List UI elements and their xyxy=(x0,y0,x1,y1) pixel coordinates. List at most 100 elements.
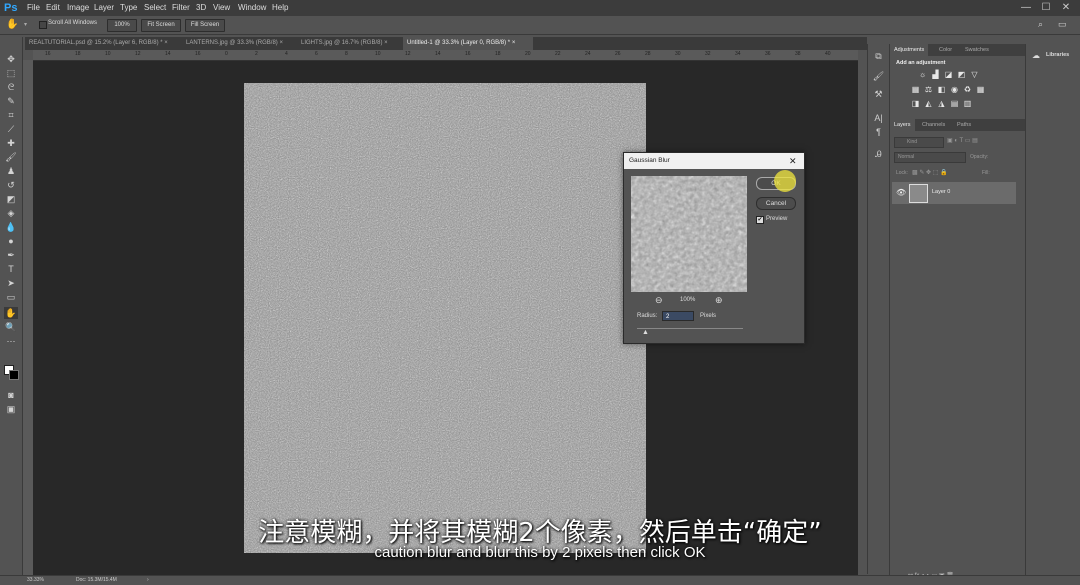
color-balance-icon[interactable]: ⚖ xyxy=(924,86,933,94)
path-select-icon[interactable]: ➤ xyxy=(4,277,18,289)
tab-swatches[interactable]: Swatches xyxy=(961,44,993,56)
tab-lanterns[interactable]: LANTERNS.jpg @ 33.3% (RGB/8) × xyxy=(182,37,296,50)
cancel-button[interactable]: Cancel xyxy=(756,197,796,210)
tab-color[interactable]: Color xyxy=(935,44,956,56)
menu-type[interactable]: Type xyxy=(120,3,137,12)
document-noise-canvas[interactable] xyxy=(244,83,646,553)
quick-mask-icon[interactable]: ◙ xyxy=(4,389,18,401)
layer-row-layer-0[interactable]: 👁 Layer 0 xyxy=(892,182,1016,204)
threshold-icon[interactable]: ◮ xyxy=(937,100,946,108)
dialog-titlebar[interactable]: Gaussian Blur ✕ xyxy=(624,153,804,169)
menu-filter[interactable]: Filter xyxy=(172,3,190,12)
menu-file[interactable]: File xyxy=(27,3,40,12)
menu-3d[interactable]: 3D xyxy=(196,3,206,12)
libraries-icon[interactable]: ☁ xyxy=(1032,51,1040,60)
blur-preview[interactable] xyxy=(631,176,747,292)
tab-layers[interactable]: Layers xyxy=(890,119,915,131)
libraries-label[interactable]: Libraries xyxy=(1046,52,1069,58)
tab-close-icon[interactable]: × xyxy=(384,40,388,46)
tab-close-icon[interactable]: × xyxy=(164,40,168,46)
brightness-icon[interactable]: ☼ xyxy=(918,71,927,79)
blend-mode-select[interactable]: Normal xyxy=(894,152,966,163)
workspace-icon[interactable]: ▭ xyxy=(1058,19,1067,30)
character-panel-icon[interactable]: A| xyxy=(872,112,885,124)
levels-icon[interactable]: ▟ xyxy=(931,71,940,79)
black-white-icon[interactable]: ◧ xyxy=(937,86,946,94)
photo-filter-icon[interactable]: ◉ xyxy=(950,86,959,94)
more-tools-icon[interactable]: ⋯ xyxy=(4,335,18,347)
brush-presets-icon[interactable]: 🖌 xyxy=(872,70,885,82)
layer-filter-kind[interactable]: Kind xyxy=(894,137,944,148)
hand-tool-icon[interactable]: ✋ xyxy=(6,19,18,30)
channel-mixer-icon[interactable]: ♻ xyxy=(963,86,972,94)
lasso-tool-icon[interactable]: ᘓ xyxy=(4,81,18,93)
dialog-close-icon[interactable]: ✕ xyxy=(789,153,797,169)
maximize-icon[interactable]: ☐ xyxy=(1040,2,1052,14)
close-icon[interactable]: ✕ xyxy=(1060,2,1072,14)
crop-tool-icon[interactable]: ⌗ xyxy=(4,109,18,121)
search-icon[interactable]: ⌕ xyxy=(1038,19,1043,30)
paint-bucket-icon[interactable]: ◈ xyxy=(4,207,18,219)
zoom-tool-icon[interactable]: 🔍 xyxy=(4,321,18,333)
minimize-icon[interactable]: — xyxy=(1020,2,1032,14)
eraser-tool-icon[interactable]: ◩ xyxy=(4,193,18,205)
fit-screen-button[interactable]: Fit Screen xyxy=(141,19,181,32)
screen-mode-icon[interactable]: ▣ xyxy=(4,403,18,415)
radius-input[interactable]: 2 xyxy=(662,311,694,321)
exposure-icon[interactable]: ◩ xyxy=(957,71,966,79)
layer-filter-icons[interactable]: ▣ ◐ T ▭ ▤ xyxy=(947,137,978,144)
menu-view[interactable]: View xyxy=(213,3,230,12)
hue-sat-icon[interactable]: ▦ xyxy=(911,86,920,94)
tab-close-icon[interactable]: × xyxy=(279,40,283,46)
tab-untitled-1[interactable]: Untitled-1 @ 33.3% (Layer 0, RGB/8) * × xyxy=(403,37,533,50)
zoom-level[interactable]: 33.33% xyxy=(27,577,44,583)
tab-adjustments[interactable]: Adjustments xyxy=(890,44,929,56)
dodge-tool-icon[interactable]: ● xyxy=(4,235,18,247)
scroll-all-windows-checkbox[interactable] xyxy=(39,21,47,29)
preview-checkbox[interactable]: ✔ xyxy=(756,216,764,224)
tab-close-icon[interactable]: × xyxy=(512,40,516,46)
menu-edit[interactable]: Edit xyxy=(46,3,60,12)
selective-color-icon[interactable]: ▤ xyxy=(950,100,959,108)
zoom-out-icon[interactable]: ⊖ xyxy=(655,295,663,306)
menu-select[interactable]: Select xyxy=(144,3,166,12)
history-brush-icon[interactable]: ↺ xyxy=(4,179,18,191)
glyphs-panel-icon[interactable]: Ꭿ xyxy=(872,148,885,160)
color-lookup-icon[interactable]: ▦ xyxy=(976,86,985,94)
visibility-eye-icon[interactable]: 👁 xyxy=(896,188,906,197)
menu-layer[interactable]: Layer xyxy=(94,3,114,12)
radius-slider-handle[interactable]: ▲ xyxy=(642,329,649,336)
chevron-down-icon[interactable]: ▾ xyxy=(24,21,27,28)
zoom-in-icon[interactable]: ⊕ xyxy=(715,295,723,306)
menu-image[interactable]: Image xyxy=(67,3,89,12)
lock-icons[interactable]: ▩ ✎ ✥ ⬚ 🔒 xyxy=(912,169,948,176)
background-color-swatch[interactable] xyxy=(9,370,19,380)
blur-tool-icon[interactable]: 💧 xyxy=(4,221,18,233)
clone-stamp-icon[interactable]: ♟ xyxy=(4,165,18,177)
tab-paths[interactable]: Paths xyxy=(953,119,975,131)
type-tool-icon[interactable]: T xyxy=(4,263,18,275)
marquee-tool-icon[interactable]: ⬚ xyxy=(4,67,18,79)
tab-channels[interactable]: Channels xyxy=(918,119,949,131)
eyedropper-icon[interactable]: ⟋ xyxy=(4,123,18,135)
tool-presets-icon[interactable]: ⚒ xyxy=(872,88,885,100)
status-arrow-icon[interactable]: › xyxy=(147,577,149,583)
vibrance-icon[interactable]: ▽ xyxy=(970,71,979,79)
curves-icon[interactable]: ◪ xyxy=(944,71,953,79)
posterize-icon[interactable]: ◭ xyxy=(924,100,933,108)
history-panel-icon[interactable]: ⧉ xyxy=(872,50,885,62)
fill-screen-button[interactable]: Fill Screen xyxy=(185,19,225,32)
tab-lights[interactable]: LIGHTS.jpg @ 16.7% (RGB/8) × xyxy=(297,37,400,50)
menu-help[interactable]: Help xyxy=(272,3,288,12)
tab-realtutorial[interactable]: REALTUTORIAL.psd @ 15.2% (Layer 6, RGB/8… xyxy=(25,37,177,50)
move-tool-icon[interactable]: ✥ xyxy=(4,53,18,65)
shape-tool-icon[interactable]: ▭ xyxy=(4,291,18,303)
hand-tool-active-icon[interactable]: ✋ xyxy=(4,307,18,319)
invert-icon[interactable]: ◨ xyxy=(911,100,920,108)
healing-brush-icon[interactable]: ✚ xyxy=(4,137,18,149)
radius-slider-track[interactable] xyxy=(637,328,743,329)
paragraph-panel-icon[interactable]: ¶ xyxy=(872,126,885,138)
brush-tool-icon[interactable]: 🖌 xyxy=(4,151,18,163)
zoom-100-button[interactable]: 100% xyxy=(107,19,137,32)
gradient-map-icon[interactable]: ▥ xyxy=(963,100,972,108)
